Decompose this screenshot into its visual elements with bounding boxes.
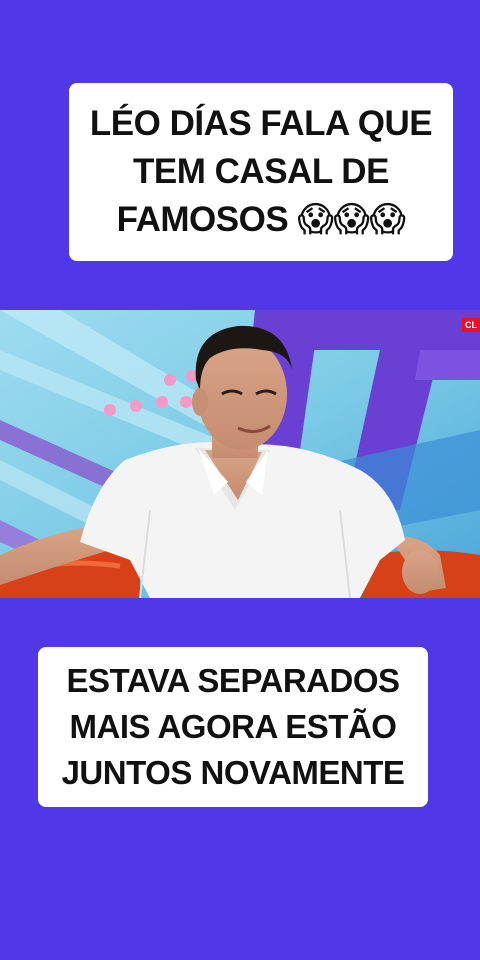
bottom-caption: ESTAVA SEPARADOS MAIS AGORA ESTÃO JUNTOS…: [38, 647, 428, 807]
top-caption: LÉO DÍAS FALA QUE TEM CASAL DE FAMOSOS 😱…: [69, 83, 453, 261]
video-frame[interactable]: CL: [0, 310, 480, 598]
channel-badge: CL: [462, 318, 480, 332]
video-scene: [0, 310, 480, 598]
